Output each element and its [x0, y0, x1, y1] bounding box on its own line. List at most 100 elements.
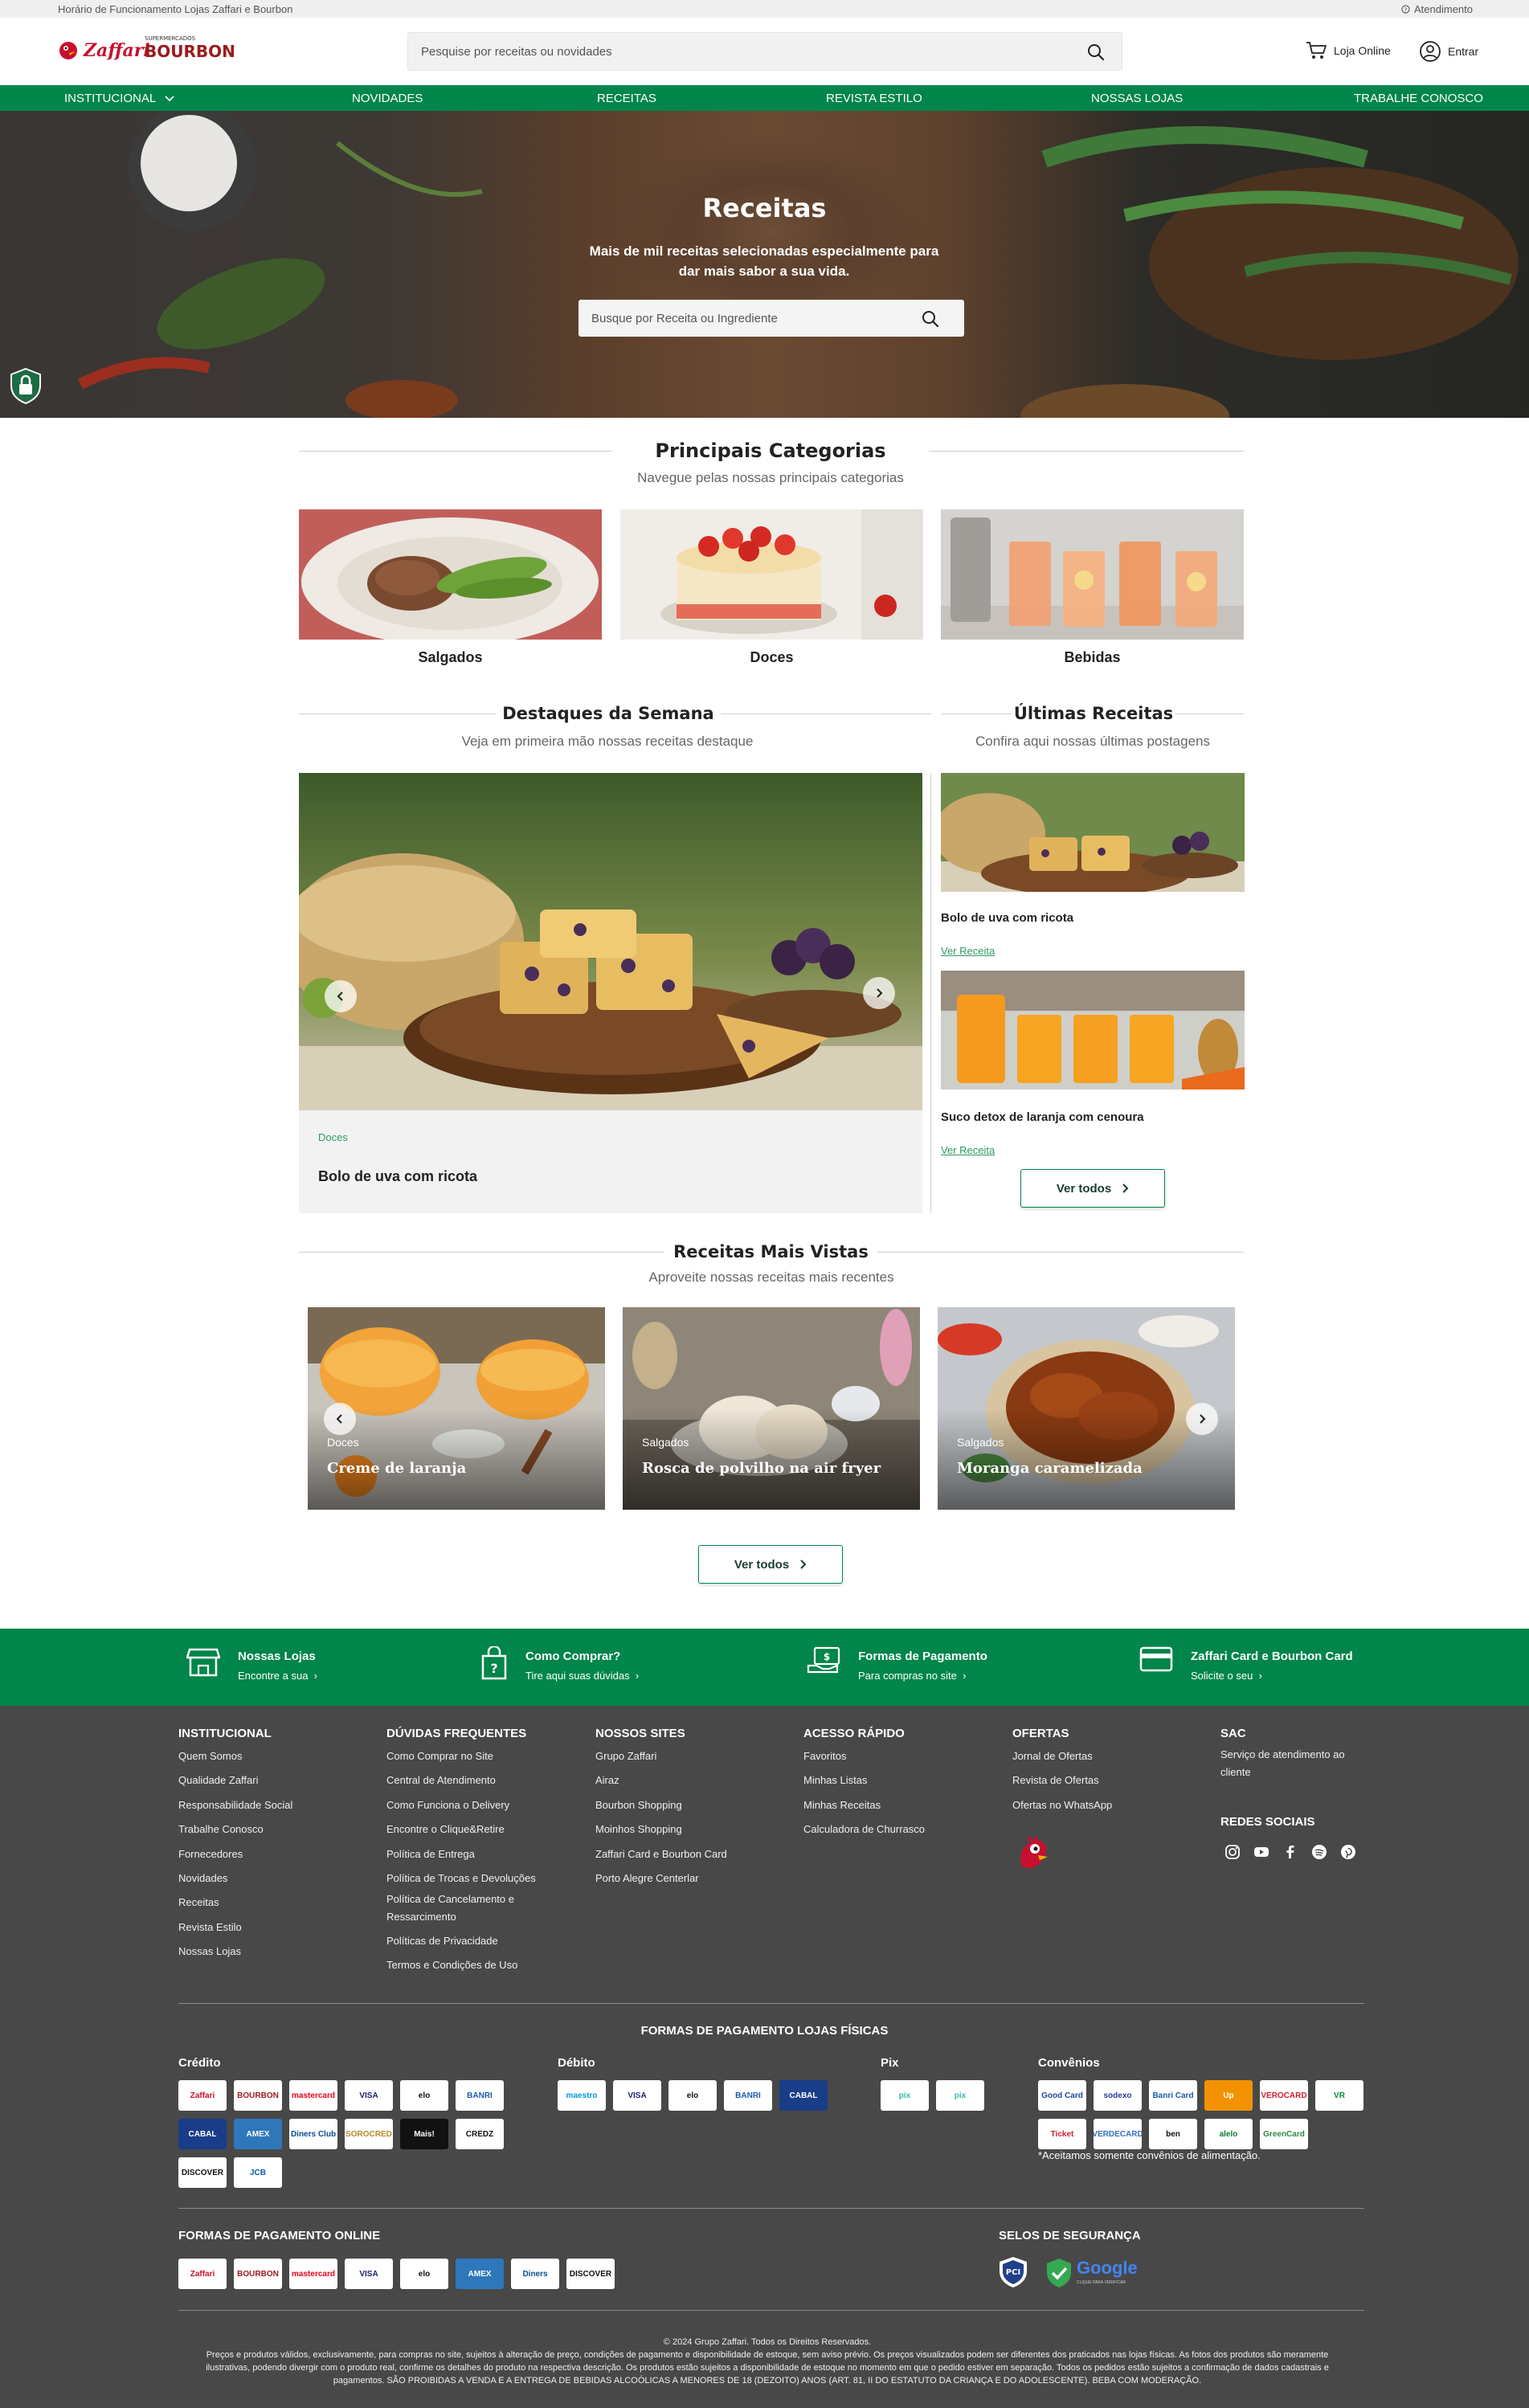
most-viewed-category: Salgados [642, 1436, 689, 1449]
search-icon[interactable] [1086, 43, 1106, 62]
user-icon [1420, 41, 1441, 62]
payment-badge-mastercard: mastercard [289, 2080, 337, 2111]
pci-seal[interactable]: PCI [996, 2255, 1030, 2293]
latest-recipe-link[interactable]: Ver Receita [941, 945, 995, 957]
nav-nossas-lojas[interactable]: NOSSAS LOJAS [1091, 92, 1183, 105]
google-safe-seal[interactable]: Google CLIQUE PARA VERIFICAR [1045, 2257, 1138, 2289]
most-viewed-card[interactable]: Salgados Rosca de polvilho na air fryer [623, 1307, 920, 1510]
latest-see-all-button[interactable]: Ver todos [1020, 1169, 1165, 1208]
band-item-how-to-buy[interactable]: ? Como Comprar? Tire aqui suas dúvidas › [480, 1646, 639, 1682]
payment-badge-discover: DISCOVER [178, 2157, 227, 2188]
search-icon[interactable] [921, 309, 940, 329]
category-image-salgados[interactable] [299, 509, 602, 640]
carousel-prev-button[interactable] [324, 1403, 356, 1435]
band-item-card[interactable]: Zaffari Card e Bourbon Card Solicite o se… [1139, 1646, 1353, 1682]
footer-link[interactable]: Airaz [595, 1768, 788, 1793]
nav-institucional[interactable]: INSTITUCIONAL [64, 92, 175, 105]
top-info-bar: Horário de Funcionamento Lojas Zaffari e… [0, 0, 1529, 18]
youtube-icon[interactable] [1253, 1844, 1269, 1860]
footer-link[interactable]: Porto Alegre Centerlar [595, 1866, 788, 1891]
search-input[interactable]: Pesquise por receitas ou novidades [407, 32, 1122, 71]
footer-link[interactable]: Zaffari Card e Bourbon Card [595, 1842, 788, 1866]
footer-link[interactable]: Fornecedores [178, 1842, 371, 1866]
footer-link[interactable]: Qualidade Zaffari [178, 1768, 371, 1793]
latest-recipe-link[interactable]: Ver Receita [941, 1144, 995, 1156]
footer-link[interactable]: Trabalhe Conosco [178, 1817, 371, 1842]
recipe-search-input[interactable]: Busque por Receita ou Ingrediente [578, 300, 964, 337]
see-all-label: Ver todos [734, 1557, 790, 1572]
category-image-doces[interactable] [620, 509, 923, 640]
carousel-next-button[interactable] [1186, 1403, 1218, 1435]
store-icon [186, 1648, 220, 1677]
footer-link[interactable]: Receitas [178, 1891, 371, 1915]
latest-recipe-image[interactable] [941, 971, 1245, 1090]
footer-link[interactable]: Minhas Listas [803, 1768, 996, 1793]
footer-link[interactable]: Termos e Condições de Uso [386, 1953, 579, 1977]
footer-link[interactable]: Política de Trocas e Devoluções [386, 1870, 579, 1887]
payment-badge-cabal: CABAL [779, 2080, 828, 2111]
facebook-icon[interactable] [1282, 1844, 1298, 1860]
login-link[interactable]: Entrar [1419, 40, 1478, 63]
nav-receitas[interactable]: RECEITAS [597, 92, 656, 105]
footer-link[interactable]: Revista de Ofertas [1012, 1768, 1205, 1793]
instagram-icon[interactable] [1224, 1844, 1241, 1860]
shield-check-icon [1047, 2259, 1071, 2287]
payment-badge-amex: AMEX [456, 2259, 504, 2289]
online-store-label: Loja Online [1334, 44, 1391, 57]
footer-link[interactable]: Moinhos Shopping [595, 1817, 788, 1842]
footer-link[interactable]: Novidades [178, 1866, 371, 1891]
footer-link[interactable]: Política de Entrega [386, 1842, 579, 1866]
footer-link[interactable]: Como Funciona o Delivery [386, 1793, 579, 1817]
footer-link[interactable]: Revista Estilo [178, 1915, 371, 1940]
footer-link[interactable]: Jornal de Ofertas [1012, 1744, 1205, 1768]
footer-link[interactable]: Grupo Zaffari [595, 1744, 788, 1768]
payment-badge-credz: CREDZ [456, 2119, 504, 2149]
payment-badge-vr: VR [1315, 2080, 1363, 2111]
latest-recipe-title[interactable]: Bolo de uva com ricota [941, 911, 1073, 925]
footer-link[interactable]: Calculadora de Churrasco [803, 1817, 996, 1842]
zaffari-logo[interactable]: Zaffari [58, 40, 150, 61]
categories-subtitle: Navegue pelas nossas principais categori… [637, 470, 904, 485]
footer-link[interactable]: Como Comprar no Site [386, 1744, 579, 1768]
footer-link[interactable]: Ofertas no WhatsApp [1012, 1793, 1205, 1817]
footer-link[interactable]: Nossas Lojas [178, 1940, 371, 1964]
support-link[interactable]: ? Atendimento [1401, 3, 1473, 15]
footer-link[interactable]: Favoritos [803, 1744, 996, 1768]
most-viewed-see-all-button[interactable]: Ver todos [698, 1545, 843, 1584]
latest-recipe-title[interactable]: Suco detox de laranja com cenoura [941, 1110, 1144, 1124]
footer-link[interactable]: Encontre o Clique&Retire [386, 1817, 579, 1842]
featured-recipe-category[interactable]: Doces [318, 1131, 348, 1143]
online-store-link[interactable]: Loja Online [1305, 40, 1391, 61]
pix-title: Pix [881, 2056, 899, 2070]
footer-link[interactable]: Responsabilidade Social [178, 1793, 371, 1817]
zaffari-logo-text: Zaffari [84, 40, 150, 61]
pinterest-icon[interactable] [1340, 1844, 1356, 1860]
footer-link[interactable]: Minhas Receitas [803, 1793, 996, 1817]
nav-novidades[interactable]: NOVIDADES [352, 92, 423, 105]
nav-revista-estilo[interactable]: REVISTA ESTILO [826, 92, 922, 105]
most-viewed-title: Receitas Mais Vistas [673, 1242, 869, 1261]
footer-link[interactable]: Central de Atendimento [386, 1768, 579, 1793]
carousel-next-button[interactable] [863, 977, 895, 1009]
footer-link[interactable]: Bourbon Shopping [595, 1793, 788, 1817]
chevron-left-icon [336, 1414, 342, 1424]
footer-link[interactable]: Política de Cancelamento e Ressarcimento [386, 1891, 579, 1926]
nav-trabalhe-conosco[interactable]: TRABALHE CONOSCO [1354, 92, 1483, 105]
band-item-payment[interactable]: $ Formas de Pagamento Para compras no sit… [807, 1646, 987, 1682]
category-image-bebidas[interactable] [941, 509, 1244, 640]
footer-link[interactable]: Serviço de atendimento ao cliente [1220, 1746, 1365, 1781]
category-label-doces[interactable]: Doces [620, 649, 923, 666]
spotify-icon[interactable] [1311, 1844, 1327, 1860]
security-lock-icon[interactable] [6, 366, 45, 405]
featured-recipe-title[interactable]: Bolo de uva com ricota [318, 1168, 477, 1185]
footer-link[interactable]: Quem Somos [178, 1744, 371, 1768]
carousel-prev-button[interactable] [325, 980, 357, 1012]
bourbon-logo[interactable]: SUPERMERCADOS BOURBON [145, 35, 235, 61]
category-label-bebidas[interactable]: Bebidas [941, 649, 1244, 666]
category-label-salgados[interactable]: Salgados [299, 649, 602, 666]
featured-recipe-card[interactable]: Doces Bolo de uva com ricota [299, 773, 922, 1213]
band-item-stores[interactable]: Nossas Lojas Encontre a sua › [186, 1646, 317, 1682]
latest-recipe-image[interactable] [941, 773, 1245, 892]
footer-link[interactable]: Políticas de Privacidade [386, 1929, 579, 1953]
store-hours-link[interactable]: Horário de Funcionamento Lojas Zaffari e… [58, 3, 292, 15]
